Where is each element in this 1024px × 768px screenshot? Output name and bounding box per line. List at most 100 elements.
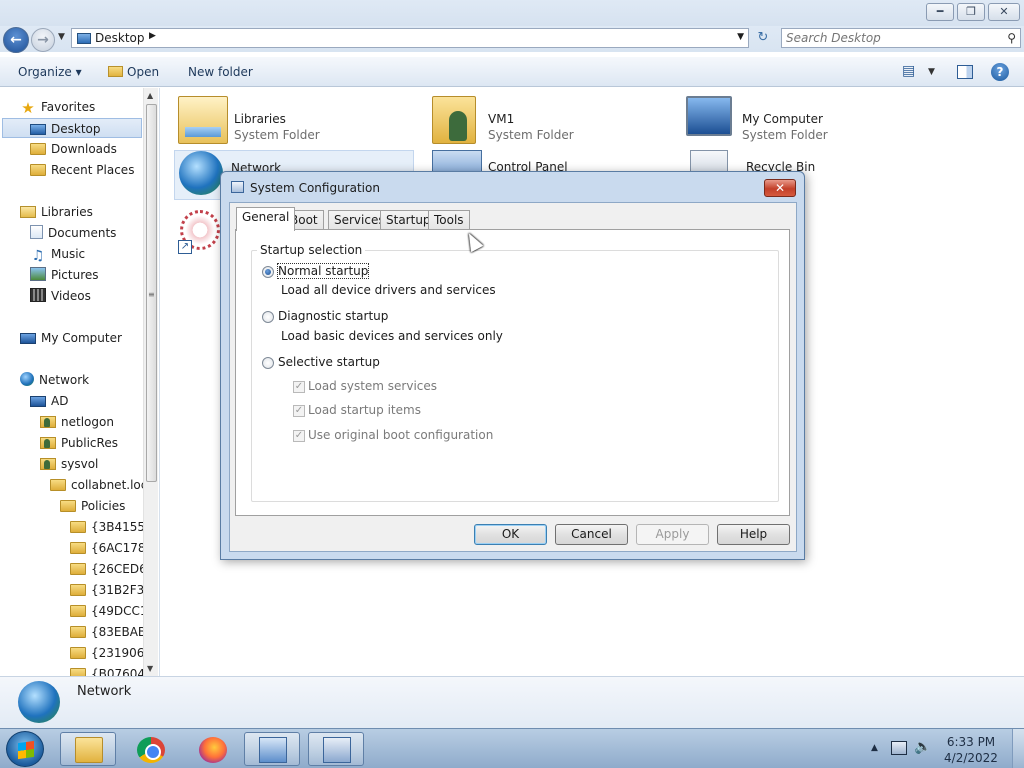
- nav-downloads[interactable]: Downloads: [30, 139, 117, 159]
- system-configuration-dialog: System Configuration ✕ General Boot Serv…: [220, 171, 805, 560]
- search-input[interactable]: [786, 30, 996, 46]
- item-my-computer[interactable]: My Computer System Folder: [686, 96, 926, 146]
- start-button[interactable]: [6, 731, 44, 767]
- video-icon: [30, 288, 46, 302]
- scroll-down-icon[interactable]: ▼: [147, 664, 153, 673]
- forward-arrow-icon: →: [37, 32, 49, 48]
- windows-logo-icon: [18, 740, 34, 760]
- nav-policy-folder[interactable]: {6AC1786: [70, 538, 153, 558]
- nav-netlogon[interactable]: netlogon: [40, 412, 114, 432]
- apply-button[interactable]: Apply: [636, 524, 709, 545]
- network-tray-icon[interactable]: [891, 741, 907, 755]
- breadcrumb-chevron-icon[interactable]: ▶: [149, 31, 156, 41]
- nav-policies[interactable]: Policies: [60, 496, 125, 516]
- startup-selection-label: Startup selection: [257, 243, 366, 257]
- clock-date[interactable]: 4/2/2022: [940, 751, 1002, 765]
- nav-policy-folder[interactable]: {B076046: [70, 664, 153, 676]
- refresh-button[interactable]: ↻: [752, 30, 774, 48]
- nav-recent-places[interactable]: Recent Places: [30, 160, 134, 180]
- back-button[interactable]: ←: [3, 27, 29, 53]
- diagnostic-startup-description: Load basic devices and services only: [281, 329, 503, 343]
- recent-pages-dropdown[interactable]: ▼: [58, 32, 65, 42]
- tab-general[interactable]: General: [236, 207, 296, 231]
- taskbar: ▲ 🔈 6:33 PM 4/2/2022: [0, 728, 1024, 768]
- folder-icon: [70, 584, 86, 596]
- nav-policy-folder[interactable]: {26CED65: [70, 559, 154, 579]
- clock-time[interactable]: 6:33 PM: [940, 735, 1002, 749]
- normal-startup-radio[interactable]: [262, 266, 274, 278]
- breadcrumb-desktop[interactable]: Desktop: [95, 31, 145, 45]
- normal-startup-label[interactable]: Normal startup: [276, 263, 370, 279]
- dialog-title: System Configuration: [250, 181, 380, 195]
- window-title-bar: ━ ❐ ✕: [0, 0, 1024, 26]
- view-options-dropdown-icon[interactable]: ▼: [928, 67, 935, 77]
- nav-documents[interactable]: Documents: [30, 223, 116, 243]
- taskbar-firefox[interactable]: [184, 732, 240, 766]
- chrome-icon: [137, 737, 165, 763]
- user-folder-icon: [432, 96, 476, 144]
- general-tab-panel: Startup selection Normal startup Load al…: [235, 229, 790, 516]
- item-vm1[interactable]: VM1 System Folder: [432, 96, 672, 146]
- diagnostic-startup-label[interactable]: Diagnostic startup: [278, 309, 388, 323]
- shared-folder-icon: [40, 416, 56, 428]
- show-hidden-icons-icon[interactable]: ▲: [871, 743, 878, 753]
- command-bar: Organize ▾ Open New folder ▤ ▼ ?: [0, 57, 1024, 87]
- new-folder-button[interactable]: New folder: [188, 65, 253, 79]
- restore-button[interactable]: ❐: [957, 3, 985, 21]
- folder-icon: [30, 164, 46, 176]
- ok-button[interactable]: OK: [474, 524, 547, 545]
- details-pane: Network: [0, 676, 1024, 728]
- nav-publicres[interactable]: PublicRes: [40, 433, 118, 453]
- help-button[interactable]: Help: [717, 524, 790, 545]
- address-dropdown-icon[interactable]: ▼: [737, 32, 744, 42]
- selective-startup-radio[interactable]: [262, 357, 274, 369]
- nav-videos[interactable]: Videos: [30, 286, 91, 306]
- nav-policy-folder[interactable]: {83EBABF: [70, 622, 153, 642]
- restore-icon: ❐: [966, 5, 976, 18]
- nav-ad[interactable]: AD: [30, 391, 68, 411]
- organize-button[interactable]: Organize ▾: [18, 65, 82, 79]
- forward-button[interactable]: →: [31, 28, 55, 52]
- star-icon: ★: [21, 99, 35, 117]
- volume-icon[interactable]: 🔈: [914, 739, 931, 755]
- open-button[interactable]: Open: [108, 65, 159, 79]
- document-icon: [30, 225, 43, 239]
- nav-music[interactable]: ♫ Music: [30, 244, 85, 264]
- nav-scrollbar[interactable]: ▲ ≡ ▼: [143, 88, 158, 676]
- search-field[interactable]: ⚲: [781, 28, 1021, 48]
- preview-pane-icon[interactable]: [957, 65, 973, 79]
- nav-my-computer[interactable]: My Computer: [20, 328, 122, 348]
- nav-network[interactable]: Network: [20, 370, 89, 390]
- scroll-up-icon[interactable]: ▲: [147, 91, 153, 100]
- show-desktop-button[interactable]: [1012, 729, 1024, 768]
- folder-icon: [30, 143, 46, 155]
- use-original-boot-config-checkbox: ✓: [293, 430, 305, 442]
- firefox-icon: [199, 737, 227, 763]
- selective-startup-label[interactable]: Selective startup: [278, 355, 380, 369]
- nav-favorites[interactable]: ★ Favorites: [20, 97, 95, 117]
- taskbar-server-manager[interactable]: [244, 732, 300, 766]
- search-icon[interactable]: ⚲: [1007, 31, 1016, 45]
- nav-collabnet[interactable]: collabnet.loc: [50, 475, 147, 495]
- minimize-button[interactable]: ━: [926, 3, 954, 21]
- load-startup-items-checkbox: ✓: [293, 405, 305, 417]
- diagnostic-startup-radio[interactable]: [262, 311, 274, 323]
- taskbar-chrome[interactable]: [122, 732, 178, 766]
- cancel-button[interactable]: Cancel: [555, 524, 628, 545]
- nav-sysvol[interactable]: sysvol: [40, 454, 98, 474]
- taskbar-system-configuration[interactable]: [308, 732, 364, 766]
- help-icon[interactable]: ?: [991, 63, 1009, 81]
- change-view-icon[interactable]: ▤: [902, 63, 915, 79]
- item-libraries[interactable]: Libraries System Folder: [178, 96, 418, 146]
- nav-desktop[interactable]: Desktop: [2, 118, 142, 138]
- taskbar-explorer[interactable]: [60, 732, 116, 766]
- desktop-icon: [30, 124, 46, 135]
- close-button[interactable]: ✕: [988, 3, 1020, 21]
- nav-libraries[interactable]: Libraries: [20, 202, 93, 222]
- shortcut-arrow-icon: ↗: [178, 240, 192, 254]
- network-icon: [20, 372, 34, 386]
- address-bar[interactable]: Desktop ▶ ▼: [71, 28, 749, 48]
- tab-tools[interactable]: Tools: [428, 210, 470, 230]
- dialog-close-button[interactable]: ✕: [764, 179, 796, 197]
- nav-pictures[interactable]: Pictures: [30, 265, 99, 285]
